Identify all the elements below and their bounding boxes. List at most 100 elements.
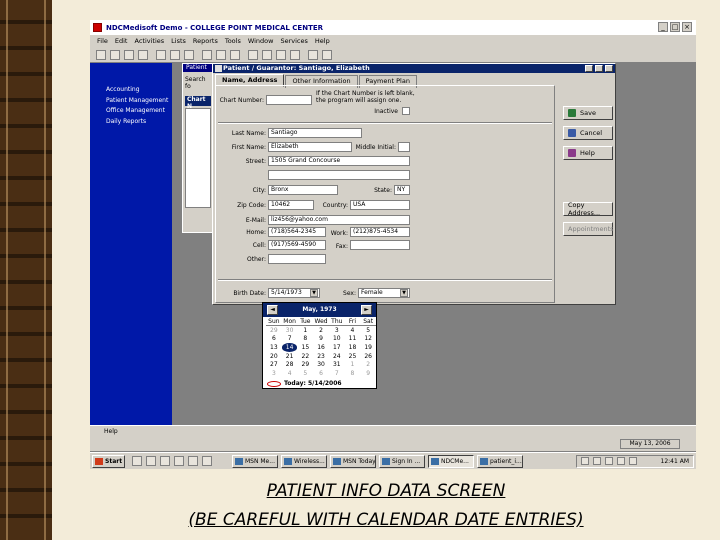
tray-icon[interactable] [593, 457, 601, 465]
taskbar-item-msn-messenger[interactable]: MSN Me... [232, 455, 278, 468]
calendar-day[interactable]: 20 [266, 352, 282, 361]
calendar-day[interactable]: 30 [282, 326, 298, 335]
cancel-button[interactable]: Cancel [563, 126, 613, 140]
appointments-button[interactable]: Appointments [563, 222, 614, 236]
quicklaunch-icon[interactable] [202, 456, 212, 466]
street-field-2[interactable] [268, 170, 410, 180]
country-field[interactable]: USA [350, 200, 410, 210]
menu-file[interactable]: File [97, 37, 108, 45]
quicklaunch-icon[interactable] [160, 456, 170, 466]
toolbar-icon[interactable] [230, 50, 240, 60]
calendar-day[interactable]: 18 [345, 343, 361, 352]
toolbar-icon[interactable] [276, 50, 286, 60]
state-field[interactable]: NY [394, 185, 410, 195]
calendar-day[interactable]: 6 [266, 334, 282, 343]
calendar-day[interactable]: 3 [266, 369, 282, 378]
menu-edit[interactable]: Edit [115, 37, 128, 45]
taskbar-item-wireless[interactable]: Wireless... [281, 455, 327, 468]
calendar-day[interactable]: 1 [297, 326, 313, 335]
toolbar-icon[interactable] [290, 50, 300, 60]
calendar-day[interactable]: 17 [329, 343, 345, 352]
calendar-day[interactable]: 6 [313, 369, 329, 378]
calendar-day[interactable]: 21 [282, 352, 298, 361]
toolbar-icon[interactable] [216, 50, 226, 60]
calendar-day[interactable]: 7 [282, 334, 298, 343]
calendar-day[interactable]: 26 [360, 352, 376, 361]
calendar-day[interactable]: 10 [329, 334, 345, 343]
calendar-day[interactable]: 5 [297, 369, 313, 378]
work-phone-field[interactable]: (212)875-4534 [350, 227, 410, 237]
zip-field[interactable]: 10462 [268, 200, 314, 210]
toolbar-icon[interactable] [308, 50, 318, 60]
toolbar-icon[interactable] [248, 50, 258, 60]
calendar-day[interactable]: 29 [297, 360, 313, 369]
toolbar-icon[interactable] [124, 50, 134, 60]
calendar-day[interactable]: 22 [297, 352, 313, 361]
quicklaunch-icon[interactable] [188, 456, 198, 466]
tray-icon[interactable] [617, 457, 625, 465]
maximize-button[interactable]: □ [670, 22, 680, 32]
calendar-day[interactable]: 2 [313, 326, 329, 335]
patient-list[interactable] [185, 108, 211, 208]
calendar-day[interactable]: 8 [345, 369, 361, 378]
calendar-day[interactable]: 4 [345, 326, 361, 335]
calendar-day[interactable]: 1 [345, 360, 361, 369]
sidebar-item-patient-management[interactable]: Patient Management [106, 96, 168, 107]
calendar-day[interactable]: 19 [360, 343, 376, 352]
calendar-day[interactable]: 9 [313, 334, 329, 343]
menu-activities[interactable]: Activities [134, 37, 164, 45]
dialog-close-button[interactable] [605, 65, 613, 72]
sidebar-item-accounting[interactable]: Accounting [106, 85, 168, 96]
calendar-day[interactable]: 3 [329, 326, 345, 335]
sidebar-item-office-management[interactable]: Office Management [106, 106, 168, 117]
tray-icon[interactable] [605, 457, 613, 465]
calendar-day[interactable]: 25 [345, 352, 361, 361]
calendar-day[interactable]: 30 [313, 360, 329, 369]
calendar-day[interactable]: 15 [297, 343, 313, 352]
calendar-day[interactable]: 13 [266, 343, 282, 352]
toolbar-icon[interactable] [156, 50, 166, 60]
calendar-day[interactable]: 16 [313, 343, 329, 352]
copy-address-button[interactable]: Copy Address... [563, 201, 613, 217]
street-field[interactable]: 1505 Grand Concourse [268, 156, 410, 166]
email-field[interactable]: liz456@yahoo.com [268, 215, 410, 225]
calendar-day-selected[interactable]: 14 [281, 343, 298, 352]
today-link[interactable]: Today: 5/14/2006 [267, 380, 342, 387]
menu-reports[interactable]: Reports [193, 37, 218, 45]
help-button[interactable]: Help [563, 146, 613, 160]
calendar-day[interactable]: 2 [360, 360, 376, 369]
toolbar-icon[interactable] [96, 50, 106, 60]
start-button[interactable]: Start [92, 455, 125, 468]
sex-dropdown-icon[interactable]: ▼ [400, 289, 408, 297]
save-button[interactable]: Save [563, 106, 613, 120]
inactive-checkbox[interactable] [402, 107, 410, 115]
tray-icon[interactable] [581, 457, 589, 465]
tray-icon[interactable] [629, 457, 637, 465]
toolbar-icon[interactable] [262, 50, 272, 60]
quicklaunch-icon[interactable] [174, 456, 184, 466]
calendar-day[interactable]: 29 [266, 326, 282, 335]
other-phone-field[interactable] [268, 254, 326, 264]
menu-services[interactable]: Services [280, 37, 307, 45]
prev-month-button[interactable]: ◄ [267, 305, 278, 315]
quicklaunch-icon[interactable] [132, 456, 142, 466]
calendar-day[interactable]: 12 [360, 334, 376, 343]
chart-number-field[interactable] [266, 95, 312, 105]
middle-initial-field[interactable] [398, 142, 410, 152]
first-name-field[interactable]: Elizabeth [268, 142, 352, 152]
calendar-day[interactable]: 28 [282, 360, 298, 369]
toolbar-icon[interactable] [184, 50, 194, 60]
minimize-button[interactable]: _ [658, 22, 668, 32]
toolbar-icon[interactable] [138, 50, 148, 60]
toolbar-icon[interactable] [202, 50, 212, 60]
birth-date-dropdown-icon[interactable]: ▼ [310, 289, 318, 297]
calendar-day[interactable]: 4 [282, 369, 298, 378]
menu-help[interactable]: Help [315, 37, 330, 45]
calendar-day[interactable]: 27 [266, 360, 282, 369]
calendar-day[interactable]: 7 [329, 369, 345, 378]
calendar-day[interactable]: 8 [297, 334, 313, 343]
dialog-minimize-button[interactable] [585, 65, 593, 72]
next-month-button[interactable]: ► [361, 305, 372, 315]
calendar-day[interactable]: 24 [329, 352, 345, 361]
toolbar-icon[interactable] [322, 50, 332, 60]
